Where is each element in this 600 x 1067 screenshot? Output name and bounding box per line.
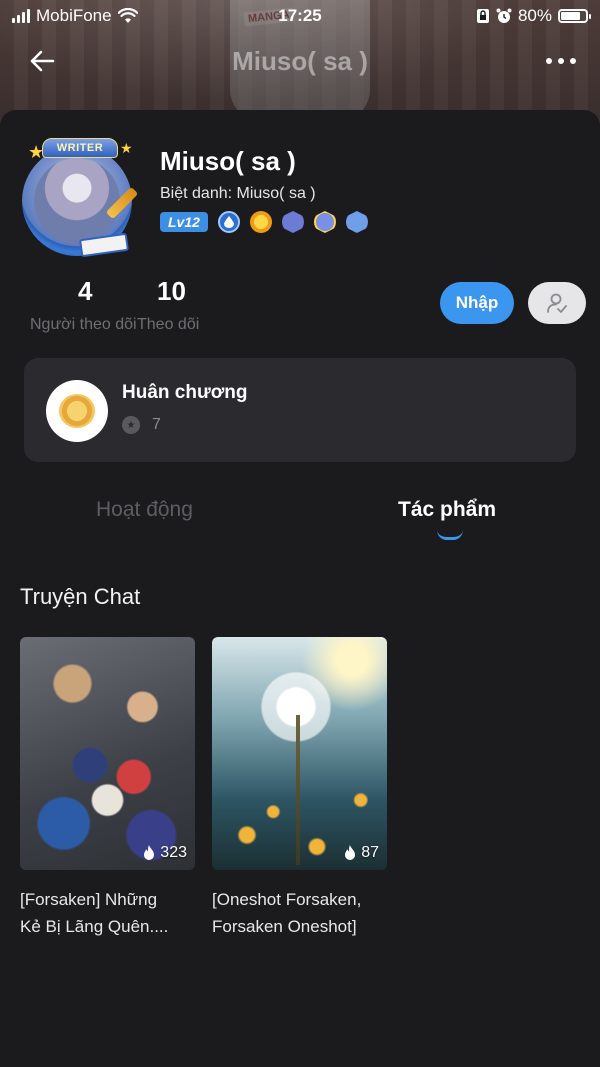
sun-badge-icon[interactable] xyxy=(249,211,272,233)
battery-icon xyxy=(558,9,591,23)
level-badge[interactable]: Lv12 xyxy=(160,212,208,232)
views-badge: 323 xyxy=(142,844,187,862)
more-options-icon[interactable] xyxy=(546,58,576,64)
user-check-icon xyxy=(547,293,567,313)
nav-bar: Miuso( sa ) xyxy=(0,36,600,86)
story-cover[interactable]: 87 xyxy=(212,637,387,870)
signal-icon xyxy=(12,9,30,23)
battery-percent: 80% xyxy=(517,6,552,25)
medal-icon xyxy=(46,380,108,442)
followers-label[interactable]: Người theo dõi xyxy=(30,316,137,334)
profile-tabs: Hoạt động Tác phẩm xyxy=(0,490,600,550)
profile-name: Miuso( sa ) xyxy=(160,146,296,176)
profile-nickname: Biệt danh: Miuso( sa ) xyxy=(160,185,316,202)
tab-activity[interactable]: Hoạt động xyxy=(96,498,193,522)
star-icon: ★ xyxy=(28,142,45,162)
arrow-left-icon xyxy=(30,50,55,72)
story-card[interactable]: 323 [Forsaken] Những Kẻ Bị Lãng Quên.... xyxy=(20,637,195,940)
tab-works[interactable]: Tác phẩm xyxy=(398,498,496,522)
stats-row: 4 10 Người theo dõi Theo dõi xyxy=(0,276,230,336)
medal-card[interactable]: Huân chương ★ 7 xyxy=(24,358,576,462)
alarm-icon xyxy=(496,8,512,23)
followers-count[interactable]: 4 xyxy=(78,276,92,307)
status-time: 17:25 xyxy=(278,6,322,25)
story-card[interactable]: 87 [Oneshot Forsaken, Forsaken Oneshot] xyxy=(212,637,387,940)
medal-count: 7 xyxy=(152,416,161,433)
crystal-badge-icon[interactable] xyxy=(345,211,368,233)
following-label[interactable]: Theo dõi xyxy=(137,316,199,334)
medal-title: Huân chương xyxy=(122,382,248,403)
story-cover[interactable]: 323 xyxy=(20,637,195,870)
frame-badge-icon[interactable] xyxy=(313,211,336,233)
badge-row: Lv12 xyxy=(160,211,368,233)
friend-request-button[interactable] xyxy=(528,282,586,324)
views-badge: 87 xyxy=(343,844,379,862)
portrait-lock-icon xyxy=(476,9,489,23)
medal-count-row: ★ 7 xyxy=(122,416,161,434)
hexagon-badge-icon[interactable] xyxy=(281,211,304,233)
wifi-icon xyxy=(117,8,138,23)
carrier-label: MobiFone xyxy=(36,6,112,25)
avatar[interactable]: WRITER ★ ★ xyxy=(16,138,142,264)
nav-title: Miuso( sa ) xyxy=(232,45,368,76)
views-count: 87 xyxy=(361,844,379,861)
profile-sheet: WRITER ★ ★ Miuso( sa ) Biệt danh: Miuso(… xyxy=(0,110,600,1067)
views-count: 323 xyxy=(160,844,187,861)
fire-icon xyxy=(144,845,155,860)
status-left: MobiFone xyxy=(12,6,138,26)
star-icon: ★ xyxy=(120,140,133,156)
story-title[interactable]: [Forsaken] Những Kẻ Bị Lãng Quên.... xyxy=(20,886,200,940)
status-bar: MobiFone 17:25 80% xyxy=(0,0,600,32)
badge-star-icon: ★ xyxy=(122,416,140,434)
following-count[interactable]: 10 xyxy=(157,276,186,307)
avatar-image xyxy=(34,158,120,244)
story-title[interactable]: [Oneshot Forsaken, Forsaken Oneshot] xyxy=(212,886,392,940)
back-button[interactable] xyxy=(24,43,60,79)
fire-icon xyxy=(345,845,356,860)
droplet-badge-icon[interactable] xyxy=(217,211,240,233)
enter-button[interactable]: Nhập xyxy=(440,282,514,324)
tab-indicator xyxy=(437,530,463,540)
section-title: Truyện Chat xyxy=(20,584,141,609)
status-right: 80% xyxy=(476,6,591,26)
writer-badge: WRITER xyxy=(42,138,118,158)
